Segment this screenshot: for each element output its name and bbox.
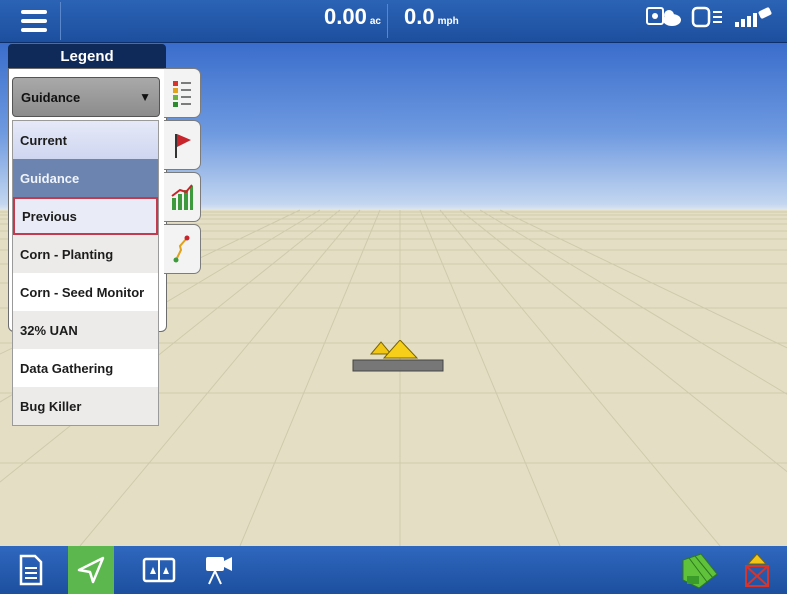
display-link-icon[interactable]: [645, 4, 683, 35]
gps-signal-icon[interactable]: [733, 4, 773, 35]
legend-option-32-uan[interactable]: 32% UAN: [13, 311, 158, 349]
legend-tabs: [164, 68, 202, 276]
legend-option-corn-seed-monitor[interactable]: Corn - Seed Monitor: [13, 273, 158, 311]
legend-option-corn-planting[interactable]: Corn - Planting: [13, 235, 158, 273]
remote-storage-icon[interactable]: [691, 4, 725, 35]
legend-dropdown-list: Current Guidance Previous Corn - Plantin…: [12, 120, 159, 426]
legend-title: Legend: [8, 44, 166, 68]
guidance-line-icon[interactable]: [164, 224, 201, 274]
navigate-icon[interactable]: [68, 546, 114, 594]
area-counter[interactable]: 0.00 ac: [324, 4, 388, 38]
camera-icon[interactable]: [196, 546, 242, 594]
implement-off-icon[interactable]: [734, 546, 780, 594]
speed-unit: mph: [437, 16, 459, 27]
bottom-toolbar: [0, 546, 787, 594]
legend-option-previous[interactable]: Previous: [13, 197, 158, 235]
legend-type-select[interactable]: Guidance ▼: [12, 77, 160, 117]
status-icons: [645, 4, 773, 35]
top-bar: 0.00 ac 0.0 mph: [0, 0, 787, 43]
legend-option-data-gathering[interactable]: Data Gathering: [13, 349, 158, 387]
legend-option-current[interactable]: Current: [13, 121, 158, 159]
legend-option-bug-killer[interactable]: Bug Killer: [13, 387, 158, 425]
speed-value: 0.0: [404, 4, 435, 29]
speed-counter[interactable]: 0.0 mph: [404, 4, 459, 38]
document-icon[interactable]: [8, 546, 54, 594]
legend-option-guidance[interactable]: Guidance: [13, 159, 158, 197]
hamburger-menu-icon[interactable]: [8, 2, 61, 40]
split-screen-icon[interactable]: [136, 546, 182, 594]
dropdown-arrow-icon: ▼: [139, 90, 151, 104]
legend-select-value: Guidance: [21, 89, 81, 105]
tractor-implement-icon: [352, 340, 444, 372]
legend-tab-icon[interactable]: [164, 68, 201, 118]
area-value: 0.00: [324, 4, 367, 29]
area-unit: ac: [369, 16, 381, 27]
flag-icon[interactable]: [164, 120, 201, 170]
coverage-icon[interactable]: [676, 546, 722, 594]
chart-icon[interactable]: [164, 172, 201, 222]
